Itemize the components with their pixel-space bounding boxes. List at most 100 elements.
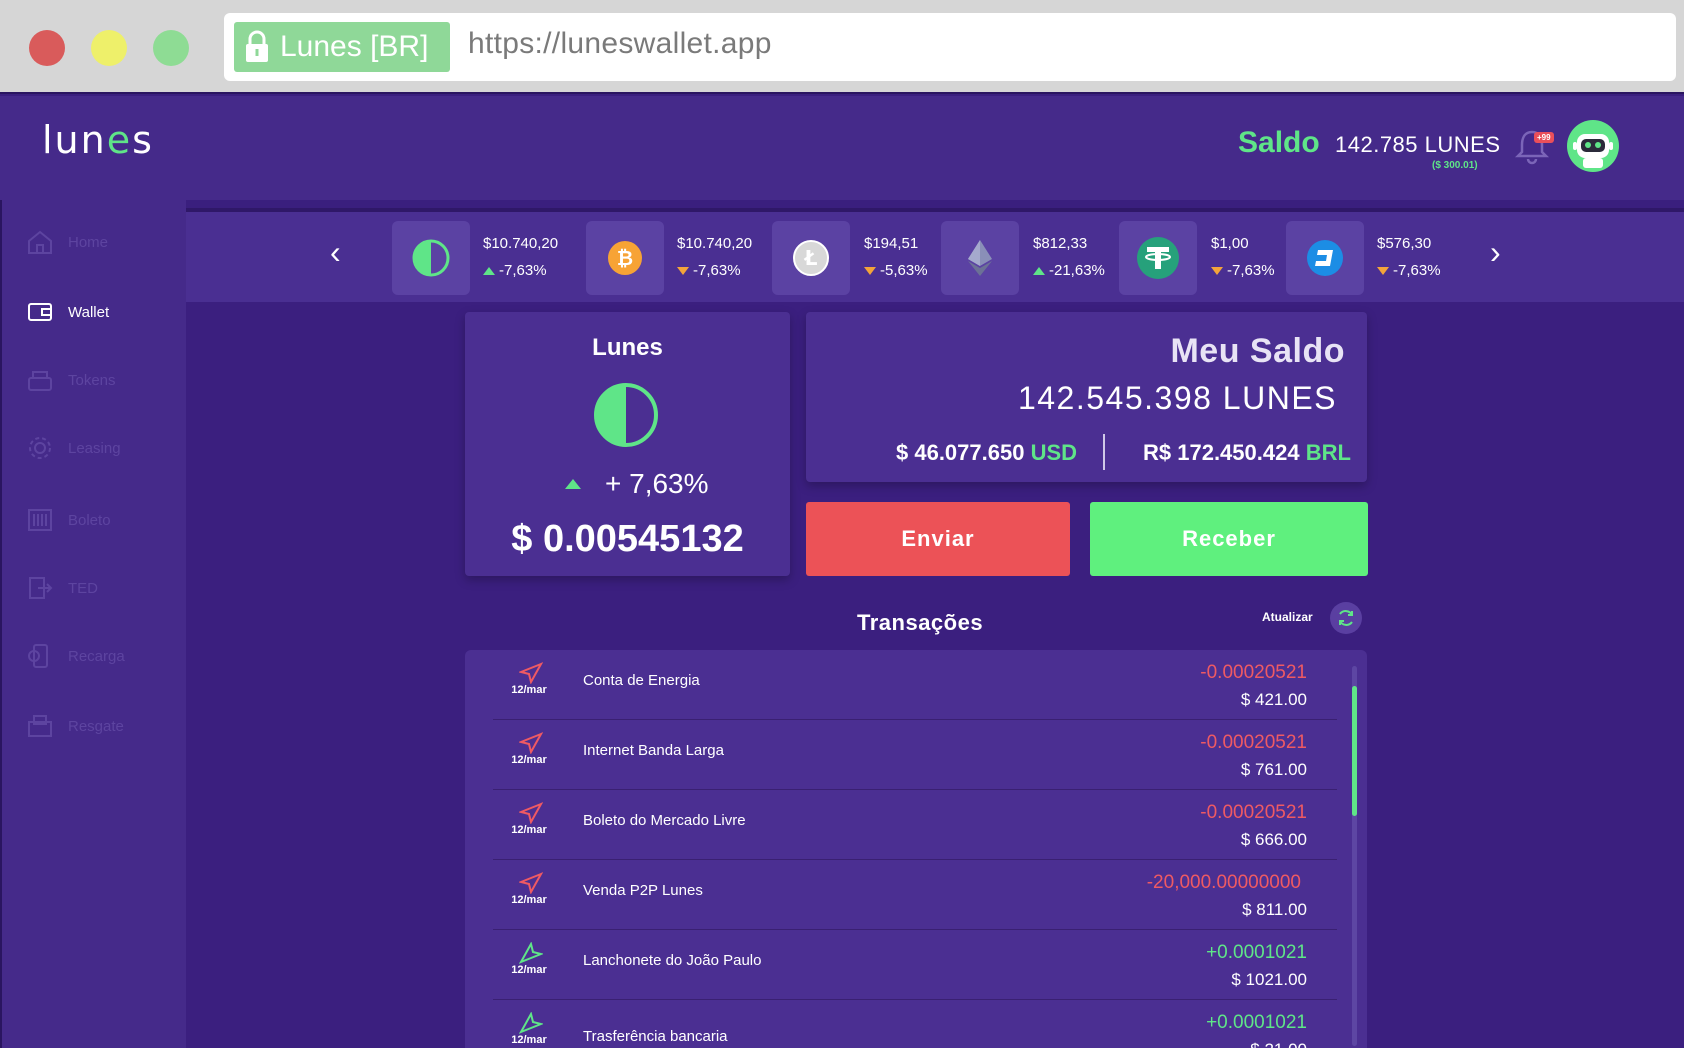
app-header: lunes Saldo 142.785 LUNES ($ 300.01) +99 <box>0 96 1684 200</box>
transactions-title: Transações <box>857 610 984 635</box>
sidebar-item-resgate[interactable]: Resgate <box>26 710 124 742</box>
gear-icon <box>29 437 51 459</box>
sidebar-item-ted[interactable]: TED <box>26 572 98 604</box>
transaction-usd: $ 1021.00 <box>1231 970 1307 989</box>
transaction-row[interactable]: 12/mar Trasferência bancaria +0.0001021 … <box>493 1000 1337 1048</box>
sent-arrow-icon <box>519 732 543 754</box>
refresh-button[interactable] <box>1330 602 1362 634</box>
transactions-scrollbar-thumb[interactable] <box>1352 686 1357 816</box>
sidebar-item-home[interactable]: Home <box>26 226 108 258</box>
coin-price: $576,30 <box>1377 235 1432 252</box>
coin-change: -7,63% <box>1393 262 1441 279</box>
sidebar-item-leasing[interactable]: Leasing <box>26 432 121 464</box>
balance-usd-label: USD <box>1030 440 1078 465</box>
down-arrow-icon <box>864 267 876 275</box>
coin-icon-box <box>1119 221 1197 295</box>
coin-info: $576,30 -7,63% <box>1377 235 1441 279</box>
price-ticker: ‹ $10.740,20 -7,63% ₿ $10.740,20 -7,63% … <box>186 208 1684 302</box>
coin-price: $194,51 <box>864 235 919 252</box>
transaction-date: 12/mar <box>511 894 547 906</box>
lunes-icon <box>412 239 450 277</box>
coin-card-price: $ 0.00545132 <box>511 518 744 560</box>
coin-info: $10.740,20 -7,63% <box>483 235 558 279</box>
transaction-description: Lanchonete do João Paulo <box>583 952 762 969</box>
refresh-label[interactable]: Atualizar <box>1262 610 1313 624</box>
balance-divider <box>1103 434 1105 470</box>
sidebar-item-label: Home <box>68 233 109 251</box>
send-button[interactable]: Enviar <box>806 502 1070 576</box>
dash-icon <box>1307 240 1343 276</box>
transaction-date: 12/mar <box>511 684 547 696</box>
secure-site-badge: Lunes [BR] <box>234 22 450 72</box>
coin-icon-box <box>941 221 1019 295</box>
coin-change: -7,63% <box>693 262 741 279</box>
sent-arrow-icon <box>519 662 543 684</box>
ticker-coin-lunes[interactable]: $10.740,20 -7,63% <box>392 221 558 295</box>
ticker-coin-litecoin[interactable]: Ł $194,51 -5,63% <box>772 221 928 295</box>
sidebar-item-label: Wallet <box>68 303 110 321</box>
balance-brl-value: R$ 172.450.424 <box>1143 440 1300 465</box>
transaction-amount: -0.00020521 <box>1200 662 1307 683</box>
ticker-prev-button[interactable]: ‹ <box>330 234 341 271</box>
sidebar-item-label: Tokens <box>68 371 116 389</box>
transaction-date: 12/mar <box>511 824 547 836</box>
coin-icon-box: ₿ <box>586 221 664 295</box>
receive-button[interactable]: Receber <box>1090 502 1368 576</box>
coin-icon-box <box>1286 221 1364 295</box>
atm-icon <box>28 715 52 737</box>
sidebar-item-recarga[interactable]: Recarga <box>26 640 125 672</box>
transaction-row[interactable]: 12/mar Boleto do Mercado Livre -0.000205… <box>493 790 1337 860</box>
sidebar-item-wallet[interactable]: Wallet <box>26 296 109 328</box>
sent-arrow-icon <box>519 872 543 894</box>
lunes-logo[interactable]: lunes <box>42 118 154 162</box>
ticker-next-button[interactable]: › <box>1490 234 1501 271</box>
close-window-button[interactable] <box>29 30 65 66</box>
coin-icon-box <box>392 221 470 295</box>
up-arrow-icon <box>483 267 495 275</box>
barcode-icon <box>28 509 52 531</box>
transaction-description: Boleto do Mercado Livre <box>583 812 746 829</box>
transaction-amount: +0.0001021 <box>1206 1012 1307 1033</box>
transaction-row[interactable]: 12/mar Venda P2P Lunes -20,000.00000000 … <box>493 860 1337 930</box>
transaction-amount: -20,000.00000000 <box>1146 872 1301 893</box>
coin-price: $10.740,20 <box>483 235 559 252</box>
sent-arrow-icon <box>519 802 543 824</box>
coin-info: $194,51 -5,63% <box>864 235 928 279</box>
user-avatar[interactable] <box>1567 120 1619 172</box>
ticker-coin-dash[interactable]: $576,30 -7,63% <box>1286 221 1441 295</box>
transaction-row[interactable]: 12/mar Lanchonete do João Paulo +0.00010… <box>493 930 1337 1000</box>
transaction-usd: $ 421.00 <box>1240 690 1307 709</box>
url-text[interactable]: https://luneswallet.app <box>468 27 772 61</box>
transaction-amount: -0.00020521 <box>1200 802 1307 823</box>
minimize-window-button[interactable] <box>91 30 127 66</box>
svg-text:Ł: Ł <box>804 246 818 270</box>
svg-text:₿: ₿ <box>617 246 633 270</box>
up-arrow-icon <box>565 479 581 489</box>
received-arrow-icon <box>519 1012 543 1034</box>
robot-avatar-icon <box>1573 134 1613 168</box>
transaction-usd: $ 666.00 <box>1240 830 1307 849</box>
coin-change: -7,63% <box>1227 262 1275 279</box>
coin-icon-box: Ł <box>772 221 850 295</box>
transaction-date: 12/mar <box>511 754 547 766</box>
coin-info: $1,00 -7,63% <box>1211 235 1275 279</box>
transaction-description: Venda P2P Lunes <box>583 882 703 899</box>
sidebar-item-label: Recarga <box>68 647 125 665</box>
transaction-row[interactable]: 12/mar Internet Banda Larga -0.00020521 … <box>493 720 1337 790</box>
coin-price: $812,33 <box>1033 235 1088 252</box>
address-bar[interactable]: Lunes [BR] https://luneswallet.app <box>224 13 1676 81</box>
transaction-row[interactable]: 12/mar Conta de Energia -0.00020521 $ 42… <box>493 650 1337 720</box>
down-arrow-icon <box>677 267 689 275</box>
coin-change: -21,63% <box>1049 262 1105 279</box>
ticker-coin-ethereum[interactable]: $812,33 -21,63% <box>941 221 1105 295</box>
transaction-usd: $ 21.00 <box>1250 1040 1307 1048</box>
coin-change: -5,63% <box>880 262 928 279</box>
litecoin-icon: Ł <box>793 240 829 276</box>
ticker-coin-tether[interactable]: $1,00 -7,63% <box>1119 221 1275 295</box>
sidebar: Home Wallet Tokens Leasing Boleto TED Re… <box>0 200 186 1048</box>
tether-icon <box>1137 237 1179 279</box>
maximize-window-button[interactable] <box>153 30 189 66</box>
sidebar-item-boleto[interactable]: Boleto <box>26 504 111 536</box>
sidebar-item-tokens[interactable]: Tokens <box>26 364 116 396</box>
ticker-coin-bitcoin[interactable]: ₿ $10.740,20 -7,63% <box>586 221 752 295</box>
